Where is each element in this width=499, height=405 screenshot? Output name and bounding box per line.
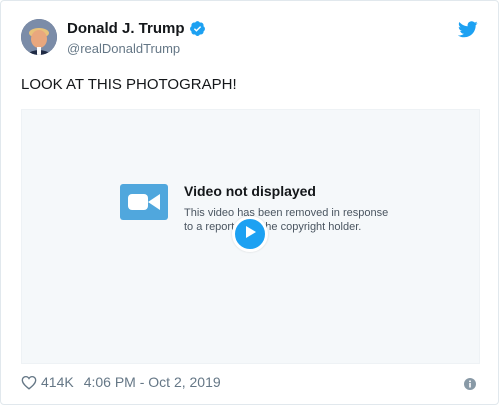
heart-icon[interactable]: [21, 375, 37, 390]
video-camera-icon: [120, 182, 168, 222]
verified-badge-icon: [189, 20, 206, 37]
like-count[interactable]: 414K: [41, 374, 74, 390]
avatar[interactable]: [21, 19, 57, 55]
twitter-bird-icon[interactable]: [457, 21, 478, 38]
tweet-text: LOOK AT THIS PHOTOGRAPH!: [21, 76, 237, 93]
play-icon: [243, 225, 257, 244]
tweet-card: Donald J. Trump @realDonaldTrump LOOK AT…: [0, 0, 499, 405]
media-container[interactable]: Video not displayed This video has been …: [21, 109, 480, 364]
info-icon[interactable]: [464, 377, 476, 390]
display-name-row[interactable]: Donald J. Trump: [67, 20, 206, 37]
display-name[interactable]: Donald J. Trump: [67, 20, 185, 37]
notice-message: This video has been removed in response …: [184, 207, 389, 233]
tweet-footer: 414K 4:06 PM - Oct 2, 2019: [21, 374, 221, 390]
play-button[interactable]: [232, 216, 268, 252]
timestamp[interactable]: 4:06 PM - Oct 2, 2019: [84, 374, 221, 390]
notice-title: Video not displayed: [184, 183, 316, 199]
user-handle[interactable]: @realDonaldTrump: [67, 41, 180, 56]
